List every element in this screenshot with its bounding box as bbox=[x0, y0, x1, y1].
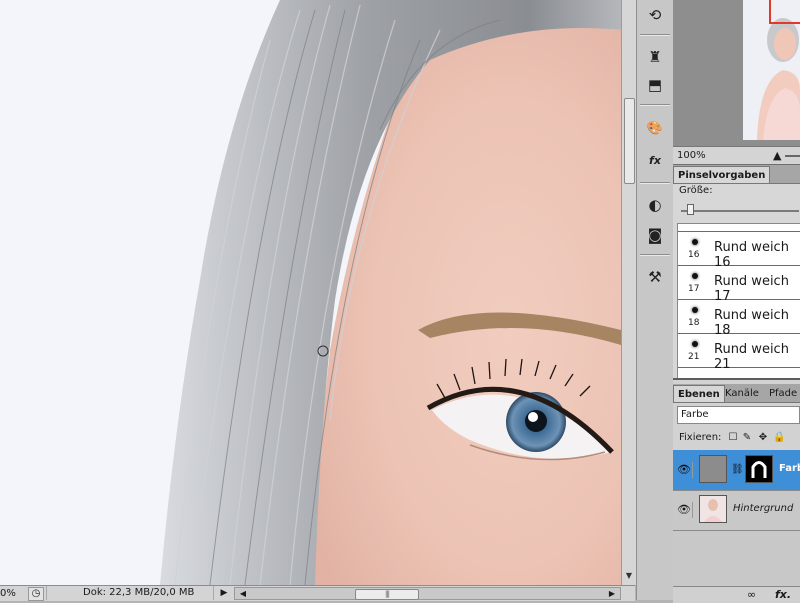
brush-item-18[interactable]: 18 Rund weich 18 bbox=[678, 300, 800, 338]
status-menu-arrow-icon[interactable]: ▶ bbox=[218, 587, 230, 600]
list-item[interactable]: 14 bbox=[678, 224, 800, 232]
photo-face-closeup bbox=[0, 0, 621, 585]
layer-mask-thumbnail[interactable] bbox=[745, 455, 773, 483]
navigator-zoom-slider[interactable] bbox=[785, 155, 800, 157]
navigator-view-frame[interactable] bbox=[769, 0, 800, 24]
fx-icon[interactable]: fx bbox=[643, 150, 667, 172]
vertical-scrollbar[interactable]: ▼ bbox=[621, 0, 636, 585]
lock-transparency-icon[interactable]: ☐ bbox=[727, 430, 739, 446]
scroll-left-arrow-icon[interactable]: ◀ bbox=[237, 588, 249, 599]
status-info-icon[interactable]: ◷ bbox=[28, 587, 44, 601]
scroll-right-arrow-icon[interactable]: ▶ bbox=[606, 588, 618, 599]
brush-name: Rund weich 21 bbox=[714, 342, 789, 372]
brush-size: 14 bbox=[688, 224, 699, 226]
brush-panel-tabs: Pinselvorgaben bbox=[673, 165, 800, 184]
document-size: Dok: 22,3 MB/20,0 MB bbox=[46, 586, 214, 600]
soft-brush-tip-icon bbox=[692, 307, 698, 313]
size-slider-handle[interactable] bbox=[687, 204, 694, 215]
tab-kanaele[interactable]: Kanäle bbox=[721, 385, 763, 402]
lock-label: Fixieren: bbox=[679, 432, 722, 443]
brush-item-21[interactable]: 21 Rund weich 21 bbox=[678, 334, 800, 372]
lock-row: Fixieren: ☐ ✎ ✥ 🔒 bbox=[677, 430, 800, 446]
soft-brush-tip-icon bbox=[692, 239, 698, 245]
zoom-out-mountain-icon[interactable]: ▲ bbox=[773, 148, 781, 164]
layer-row-farb[interactable]: 👁 ⛓ Farb bbox=[673, 450, 800, 491]
divider bbox=[640, 254, 670, 256]
layers-panel-tabs: Ebenen Kanäle Pfade bbox=[673, 384, 800, 403]
document-canvas[interactable] bbox=[0, 0, 621, 585]
zoom-readout[interactable]: 0% bbox=[0, 587, 26, 600]
horizontal-scroll-thumb[interactable]: ||| bbox=[355, 589, 419, 600]
tools-crossed-icon[interactable]: ⚒ bbox=[643, 266, 667, 288]
brush-presets-panel: Pinselvorgaben Größe: 14 16 Rund weich 1… bbox=[673, 164, 800, 383]
size-slider[interactable] bbox=[681, 210, 799, 212]
brush-preset-list[interactable]: 14 16 Rund weich 16 17 Rund weich 17 18 … bbox=[677, 223, 800, 383]
thumbnail-image bbox=[704, 499, 722, 522]
visibility-eye-icon[interactable]: 👁 bbox=[676, 502, 693, 518]
divider bbox=[640, 182, 670, 184]
divider bbox=[640, 34, 670, 36]
brush-size: 21 bbox=[688, 352, 700, 362]
layers-panel: Ebenen Kanäle Pfade Farbe Fixieren: ☐ ✎ … bbox=[673, 378, 800, 603]
layer-thumbnail bbox=[699, 455, 727, 483]
status-bar: 0% ◷ Dok: 22,3 MB/20,0 MB ▶ ◀ ||| ▶ bbox=[0, 585, 635, 601]
tab-pinselvorgaben[interactable]: Pinselvorgaben bbox=[673, 166, 771, 183]
stamp-icon[interactable]: ⬒ bbox=[643, 74, 667, 96]
size-label: Größe: bbox=[679, 185, 713, 196]
brush-item-16[interactable]: 16 Rund weich 16 bbox=[678, 232, 800, 270]
layers-footer: ∞ fx. bbox=[673, 586, 800, 603]
brush-size: 16 bbox=[688, 250, 700, 260]
history-brush-icon[interactable]: ⟲ bbox=[643, 4, 667, 26]
blend-mode-select[interactable]: Farbe bbox=[677, 406, 800, 424]
layers-list: 👁 ⛓ Farb 👁 Hintergrund bbox=[673, 450, 800, 586]
horizontal-scrollbar[interactable]: ◀ ||| ▶ bbox=[234, 587, 621, 600]
brush-size: 17 bbox=[688, 284, 700, 294]
layer-name[interactable]: Hintergrund bbox=[733, 503, 793, 514]
scroll-down-arrow-icon[interactable]: ▼ bbox=[623, 570, 635, 582]
mask-circle-icon[interactable]: ◐ bbox=[643, 194, 667, 216]
tab-pfade[interactable]: Pfade bbox=[765, 385, 800, 402]
palette-icon[interactable]: 🎨 bbox=[643, 118, 667, 140]
tab-ebenen[interactable]: Ebenen bbox=[673, 385, 725, 402]
fx-icon[interactable]: fx. bbox=[775, 587, 791, 603]
navigator-zoom-bar: 100% ▲ bbox=[673, 146, 800, 165]
navigator-thumbnail[interactable] bbox=[743, 0, 800, 140]
navigator-zoom-value[interactable]: 100% bbox=[677, 147, 706, 165]
lock-all-icon[interactable]: 🔒 bbox=[773, 430, 785, 446]
clone-stamp-icon[interactable]: ♜ bbox=[643, 46, 667, 68]
brush-item-17[interactable]: 17 Rund weich 17 bbox=[678, 266, 800, 304]
layer-name[interactable]: Farb bbox=[779, 463, 800, 474]
mask-shape bbox=[751, 461, 767, 478]
link-layers-icon[interactable]: ∞ bbox=[747, 587, 756, 603]
link-chain-icon[interactable]: ⛓ bbox=[731, 464, 744, 475]
soft-brush-tip-icon bbox=[692, 273, 698, 279]
panel-tool-strip: ⟲ ♜ ⬒ 🎨 fx ◐ ◙ ⚒ bbox=[636, 0, 674, 600]
lock-move-icon[interactable]: ✥ bbox=[757, 430, 769, 446]
soft-brush-tip-icon bbox=[692, 341, 698, 347]
brush-size: 18 bbox=[688, 318, 700, 328]
lock-brush-icon[interactable]: ✎ bbox=[741, 430, 753, 446]
layer-thumbnail bbox=[699, 495, 727, 523]
divider bbox=[640, 104, 670, 106]
layer-row-hintergrund[interactable]: 👁 Hintergrund bbox=[673, 490, 800, 531]
quick-mask-icon[interactable]: ◙ bbox=[643, 224, 667, 246]
visibility-eye-icon[interactable]: 👁 bbox=[676, 462, 693, 478]
vertical-scroll-thumb[interactable] bbox=[624, 98, 635, 184]
navigator-panel bbox=[673, 0, 800, 146]
